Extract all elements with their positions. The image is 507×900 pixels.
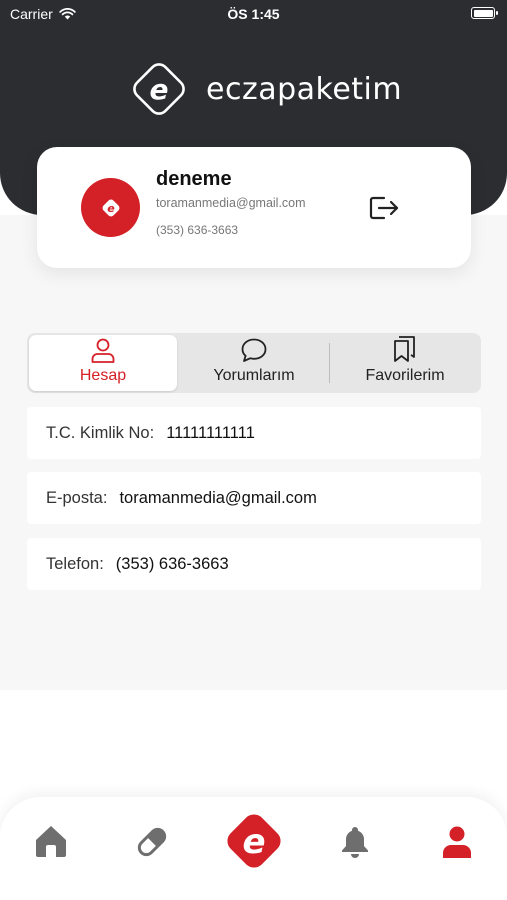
brand-logo-icon: e <box>133 63 185 115</box>
brand-e-icon[interactable]: e <box>218 805 290 877</box>
phone-value: (353) 636-3663 <box>115 554 229 573</box>
bell-icon[interactable] <box>340 825 370 859</box>
avatar: e <box>81 178 140 237</box>
tab-yorumlarim-label: Yorumlarım <box>213 367 295 384</box>
tab-favorilerim-label: Favorilerim <box>365 367 445 384</box>
bottom-nav: e <box>0 797 507 900</box>
tab-yorumlarim[interactable]: Yorumlarım <box>179 335 329 391</box>
svg-text:e: e <box>150 73 169 106</box>
tc-kimlik-label: T.C. Kimlik No: <box>46 423 155 442</box>
home-icon[interactable] <box>34 824 68 858</box>
person-icon <box>91 338 115 363</box>
logout-icon[interactable] <box>367 191 401 225</box>
profile-name: deneme <box>156 168 232 190</box>
tc-kimlik-value: 11111111111 <box>166 423 255 442</box>
profile-tabs: Hesap Yorumlarım Favorilerim <box>27 333 481 393</box>
status-time: ÖS 1:45 <box>227 6 280 22</box>
tc-kimlik-row: T.C. Kimlik No: 11111111111 <box>27 407 481 459</box>
brand-header: e eczapaketim <box>126 56 402 122</box>
tab-divider <box>329 343 330 383</box>
brand-name: eczapaketim <box>206 71 403 107</box>
svg-text:e: e <box>242 822 265 862</box>
email-label: E-posta: <box>46 488 108 507</box>
status-bar: Carrier ÖS 1:45 <box>0 0 507 28</box>
profile-icon[interactable] <box>441 825 473 859</box>
battery-icon <box>471 7 498 19</box>
brand-e-icon: e <box>102 199 119 216</box>
phone-row: Telefon: (353) 636-3663 <box>27 538 481 590</box>
bookmarks-icon <box>394 336 415 362</box>
svg-text:e: e <box>107 202 115 215</box>
email-value: toramanmedia@gmail.com <box>119 488 317 507</box>
chat-bubble-icon <box>241 338 267 362</box>
tab-hesap[interactable]: Hesap <box>29 335 177 391</box>
profile-email: toramanmedia@gmail.com <box>156 196 306 210</box>
profile-phone: (353) 636-3663 <box>156 223 239 237</box>
tab-hesap-label: Hesap <box>79 367 127 384</box>
tab-favorilerim[interactable]: Favorilerim <box>331 335 479 391</box>
pill-icon[interactable] <box>133 823 171 861</box>
profile-card: e deneme toramanmedia@gmail.com (353) 63… <box>37 147 471 268</box>
email-row: E-posta: toramanmedia@gmail.com <box>27 472 481 524</box>
phone-label: Telefon: <box>46 554 104 573</box>
